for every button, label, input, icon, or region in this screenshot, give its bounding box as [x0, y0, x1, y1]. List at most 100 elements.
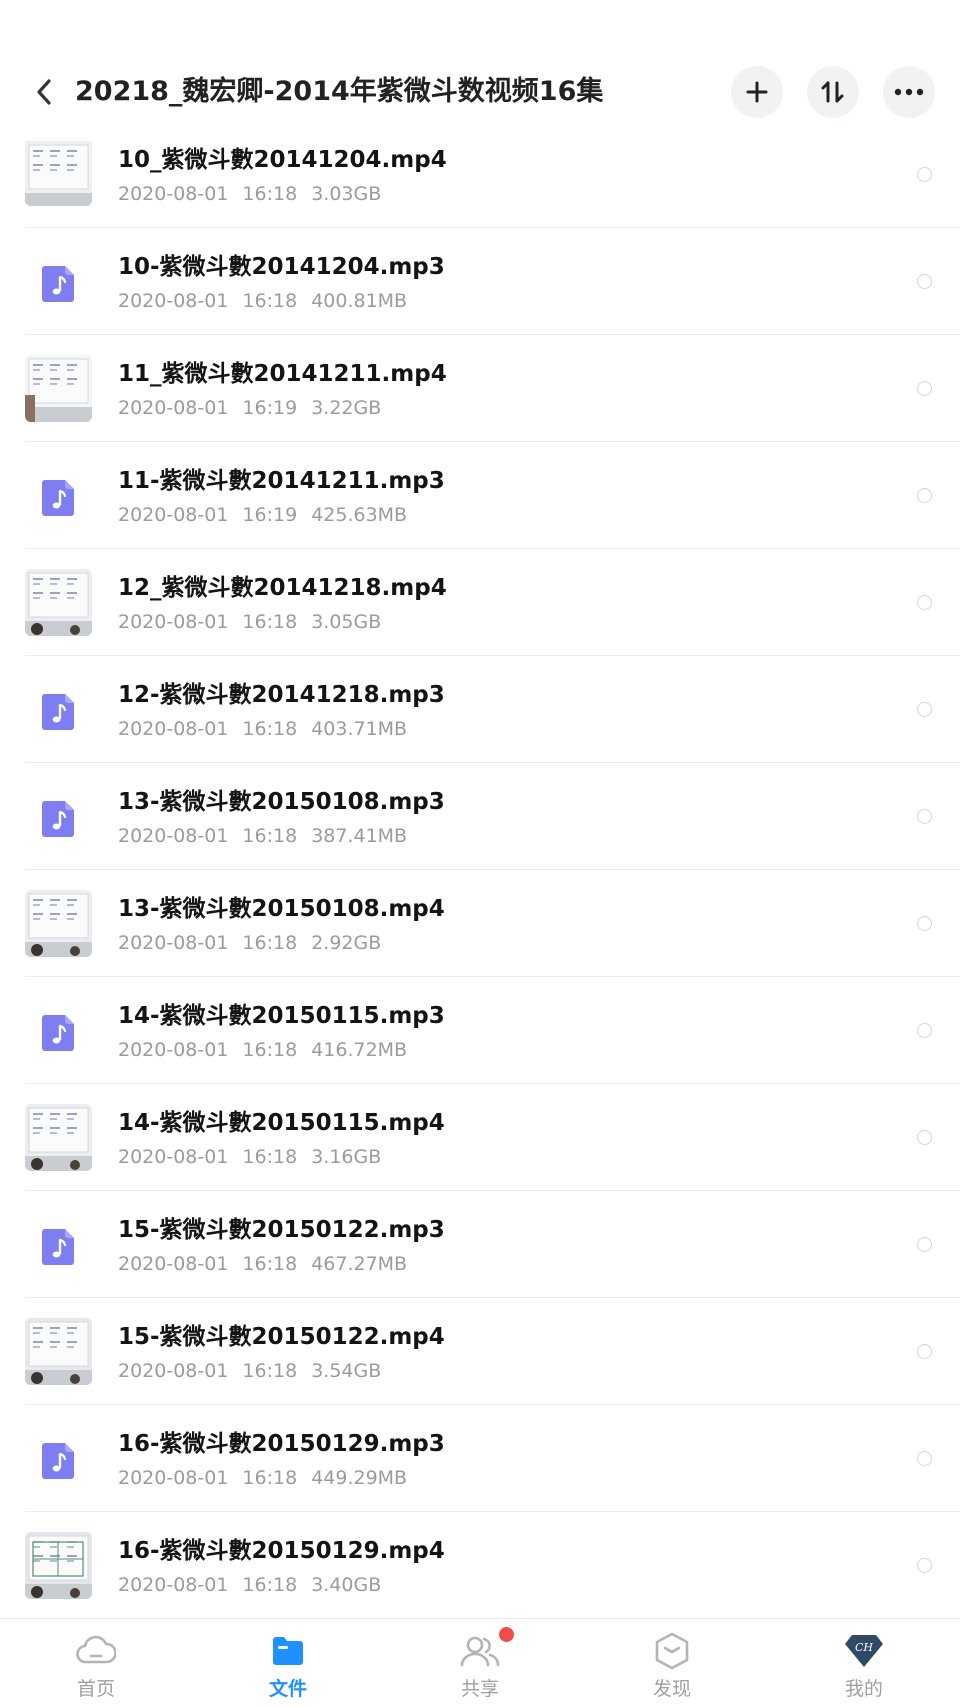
file-meta: 2020-08-01 16:18 416.72MB [118, 1036, 421, 1064]
file-size: 416.72MB [311, 1039, 408, 1061]
file-meta: 2020-08-01 16:18 449.29MB [118, 1464, 421, 1492]
file-name: 12_紫微斗數20141218.mp4 [118, 575, 447, 601]
nav-item-mine[interactable]: CH 我的 [768, 1619, 960, 1707]
file-size: 467.27MB [311, 1253, 408, 1275]
nav-label: 发现 [652, 1678, 691, 1700]
people-icon [458, 1631, 502, 1671]
file-date: 2020-08-01 [118, 1039, 229, 1061]
select-radio[interactable] [917, 1237, 932, 1252]
file-row[interactable]: 13-紫微斗數20150108.mp3 2020-08-01 16:18 387.41… [0, 763, 960, 870]
file-name: 16-紫微斗數20150129.mp4 [118, 1538, 445, 1564]
file-name: 13-紫微斗數20150108.mp4 [118, 896, 445, 922]
cloud-icon [74, 1631, 118, 1671]
file-size: 3.03GB [311, 183, 382, 205]
file-meta: 2020-08-01 16:19 425.63MB [118, 501, 421, 529]
page-title: 20218_魏宏卿-2014年紫微斗数视频16集 [75, 76, 604, 107]
file-time: 16:18 [242, 290, 298, 312]
file-meta: 2020-08-01 16:18 3.05GB [118, 608, 395, 636]
file-row[interactable]: 13-紫微斗數20150108.mp4 2020-08-01 16:18 2.92GB [0, 870, 960, 977]
file-row[interactable]: 16-紫微斗數20150129.mp3 2020-08-01 16:18 449.29… [0, 1405, 960, 1512]
audio-file-icon [41, 1228, 75, 1266]
file-row[interactable]: 15-紫微斗數20150122.mp3 2020-08-01 16:18 467.27… [0, 1191, 960, 1298]
file-size: 2.92GB [311, 932, 382, 954]
video-thumbnail [25, 569, 92, 636]
file-meta: 2020-08-01 16:18 400.81MB [118, 287, 421, 315]
file-size: 425.63MB [311, 504, 408, 526]
add-button[interactable] [731, 66, 783, 118]
file-date: 2020-08-01 [118, 183, 229, 205]
audio-file-icon [41, 800, 75, 838]
file-name: 10-紫微斗數20141204.mp3 [118, 254, 445, 280]
select-radio[interactable] [917, 1344, 932, 1359]
file-meta: 2020-08-01 16:18 2.92GB [118, 929, 395, 957]
audio-file-icon [41, 693, 75, 731]
bottom-nav: 首页 文件 共享 发现 CH 我的 [0, 1618, 960, 1707]
file-meta: 2020-08-01 16:18 3.40GB [118, 1571, 395, 1599]
file-size: 387.41MB [311, 825, 408, 847]
file-row[interactable]: 14-紫微斗數20150115.mp4 2020-08-01 16:18 3.16GB [0, 1084, 960, 1191]
file-row[interactable]: 10_紫微斗數20141204.mp4 2020-08-01 16:18 3.03GB [0, 141, 960, 228]
file-name: 14-紫微斗數20150115.mp4 [118, 1110, 445, 1136]
select-radio[interactable] [917, 381, 932, 396]
file-date: 2020-08-01 [118, 1574, 229, 1596]
nav-label: 文件 [268, 1678, 307, 1700]
file-row[interactable]: 16-紫微斗數20150129.mp4 2020-08-01 16:18 3.40GB [0, 1512, 960, 1619]
nav-label: 共享 [460, 1678, 499, 1700]
file-time: 16:18 [242, 1574, 298, 1596]
file-time: 16:18 [242, 611, 298, 633]
file-date: 2020-08-01 [118, 718, 229, 740]
file-row[interactable]: 12_紫微斗數20141218.mp4 2020-08-01 16:18 3.05GB [0, 549, 960, 656]
file-size: 3.05GB [311, 611, 382, 633]
nav-item-share[interactable]: 共享 [384, 1619, 576, 1707]
video-thumbnail [25, 1104, 92, 1171]
file-time: 16:18 [242, 932, 298, 954]
file-row[interactable]: 10-紫微斗數20141204.mp3 2020-08-01 16:18 400.81… [0, 228, 960, 335]
select-radio[interactable] [917, 1558, 932, 1573]
file-name: 15-紫微斗數20150122.mp3 [118, 1217, 445, 1243]
select-radio[interactable] [917, 167, 932, 182]
select-radio[interactable] [917, 274, 932, 289]
file-list: 10_紫微斗數20141204.mp4 2020-08-01 16:18 3.03GB… [0, 141, 960, 1619]
back-button[interactable] [26, 72, 62, 112]
file-size: 3.22GB [311, 397, 382, 419]
nav-label: 我的 [844, 1678, 883, 1700]
file-date: 2020-08-01 [118, 611, 229, 633]
nav-item-files[interactable]: 文件 [192, 1619, 384, 1707]
file-size: 400.81MB [311, 290, 408, 312]
nav-item-home[interactable]: 首页 [0, 1619, 192, 1707]
audio-file-icon [41, 1442, 75, 1480]
file-name: 10_紫微斗數20141204.mp4 [118, 147, 447, 173]
file-name: 15-紫微斗數20150122.mp4 [118, 1324, 445, 1350]
audio-file-icon [41, 1014, 75, 1052]
video-thumbnail [25, 141, 92, 206]
file-meta: 2020-08-01 16:19 3.22GB [118, 394, 395, 422]
file-row[interactable]: 14-紫微斗數20150115.mp3 2020-08-01 16:18 416.72… [0, 977, 960, 1084]
select-radio[interactable] [917, 488, 932, 503]
select-radio[interactable] [917, 1130, 932, 1145]
file-meta: 2020-08-01 16:18 467.27MB [118, 1250, 421, 1278]
select-radio[interactable] [917, 916, 932, 931]
file-size: 3.16GB [311, 1146, 382, 1168]
file-time: 16:18 [242, 1039, 298, 1061]
nav-item-discover[interactable]: 发现 [576, 1619, 768, 1707]
chevron-left-icon [37, 79, 51, 105]
file-row[interactable]: 11_紫微斗數20141211.mp4 2020-08-01 16:19 3.22GB [0, 335, 960, 442]
file-size: 3.40GB [311, 1574, 382, 1596]
video-thumbnail [25, 1532, 92, 1599]
header-bar: 20218_魏宏卿-2014年紫微斗数视频16集 [0, 0, 960, 141]
file-meta: 2020-08-01 16:18 403.71MB [118, 715, 421, 743]
more-button[interactable] [883, 66, 935, 118]
file-row[interactable]: 11-紫微斗數20141211.mp3 2020-08-01 16:19 425.63… [0, 442, 960, 549]
select-radio[interactable] [917, 1451, 932, 1466]
file-date: 2020-08-01 [118, 932, 229, 954]
file-date: 2020-08-01 [118, 1467, 229, 1489]
select-radio[interactable] [917, 595, 932, 610]
folder-icon [266, 1631, 310, 1671]
sort-button[interactable] [807, 66, 859, 118]
select-radio[interactable] [917, 702, 932, 717]
file-row[interactable]: 15-紫微斗數20150122.mp4 2020-08-01 16:18 3.54GB [0, 1298, 960, 1405]
select-radio[interactable] [917, 1023, 932, 1038]
file-row[interactable]: 12-紫微斗數20141218.mp3 2020-08-01 16:18 403.71… [0, 656, 960, 763]
video-thumbnail [25, 1318, 92, 1385]
select-radio[interactable] [917, 809, 932, 824]
